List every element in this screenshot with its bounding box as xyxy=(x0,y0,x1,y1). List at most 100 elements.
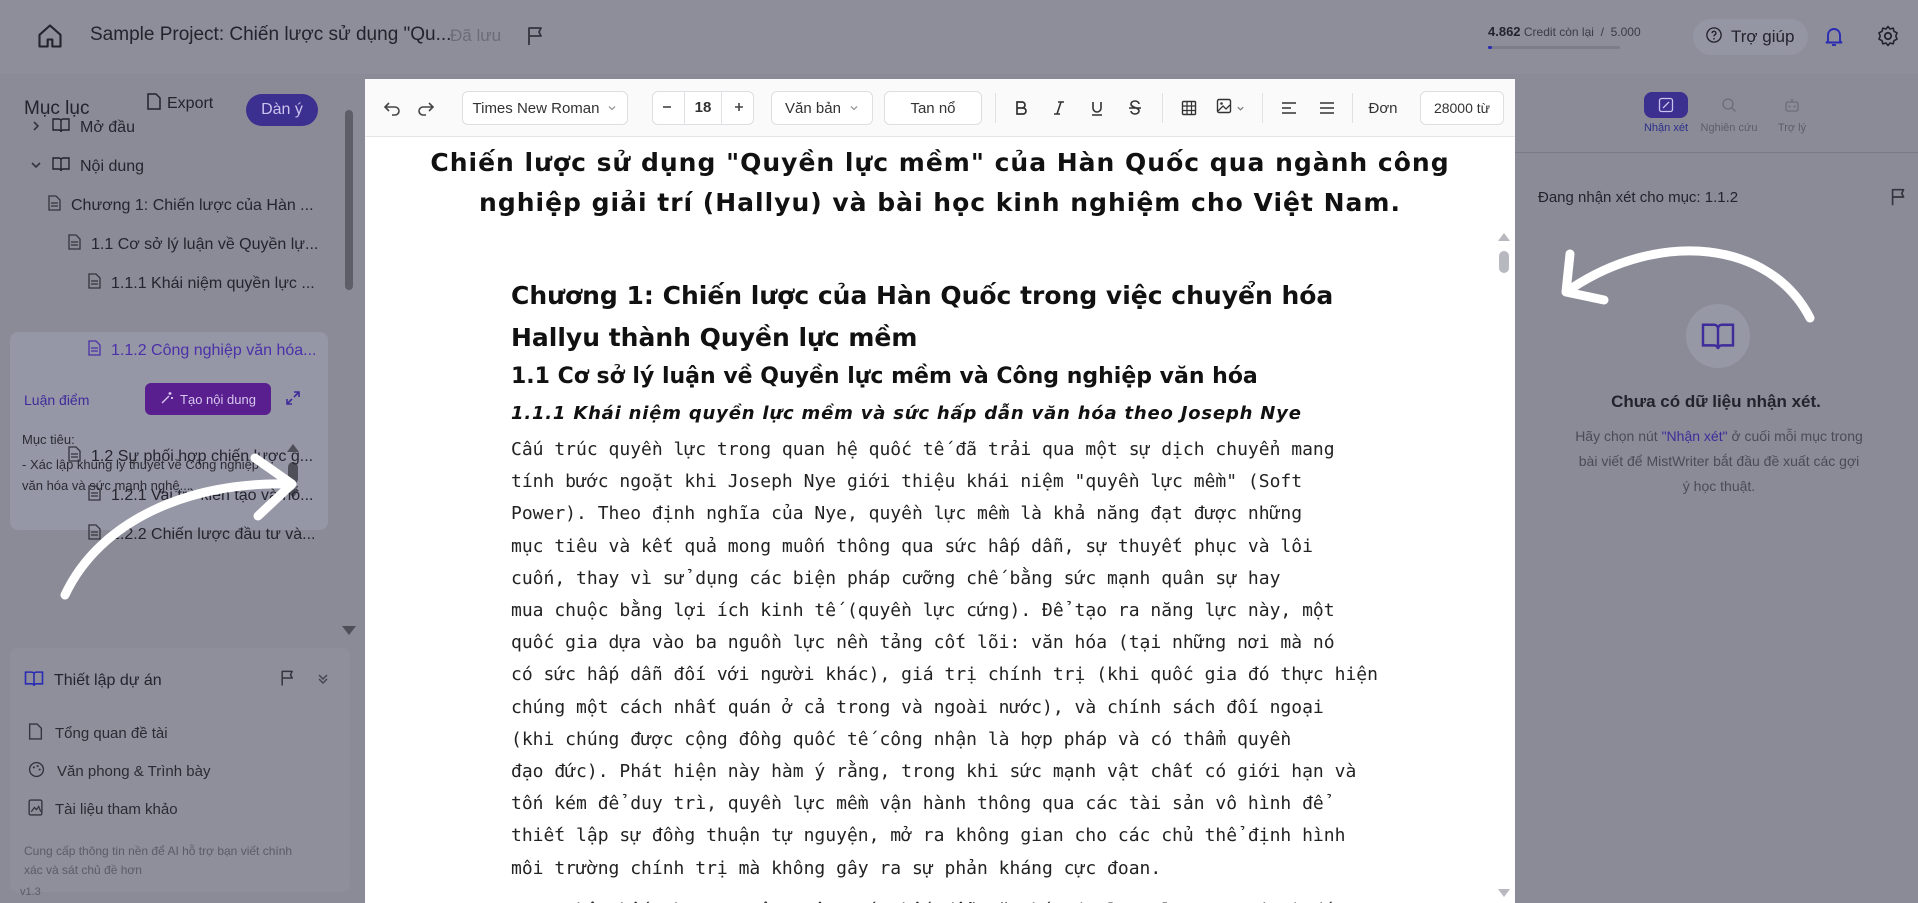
line-spacing-button[interactable]: Đơn xyxy=(1362,91,1404,125)
font-family-value: Times New Roman xyxy=(472,99,600,117)
paragraph-line: thiết lập sự đồng thuận tự nguyện, mở ra… xyxy=(511,825,1346,847)
help-icon xyxy=(1705,26,1723,49)
project-title[interactable]: Sample Project: Chiến lược sử dụng "Qu..… xyxy=(90,24,451,46)
sidebar-item-1-1-1[interactable]: 1.1.1 Khái niệm quyền lực ... xyxy=(88,273,315,294)
font-size-value[interactable]: 18 xyxy=(683,91,723,125)
paragraph-line: Cấu trúc quyền lực trong quan hệ quốc tế… xyxy=(511,439,1335,460)
body-paragraph[interactable]: Cấu trúc quyền lực trong quan hệ quốc tế… xyxy=(511,434,1391,885)
sidebar-scroll-down[interactable] xyxy=(342,626,356,635)
robot-icon xyxy=(1770,92,1814,118)
editor-scroll-down[interactable] xyxy=(1498,889,1510,897)
editor-scroll-up[interactable] xyxy=(1498,233,1510,241)
home-icon[interactable] xyxy=(36,22,64,50)
empty-state-title: Chưa có dữ liệu nhận xét. xyxy=(1611,392,1821,411)
document-editor: Times New Roman 18 Văn bản Tan nổ Đơn 28… xyxy=(365,79,1515,903)
sidebar-item-chapter-1[interactable]: Chương 1: Chiến lược của Hàn ... xyxy=(48,195,314,216)
align-justify-icon[interactable] xyxy=(1313,91,1341,125)
sidebar-item-label: 1.1.2 Công nghiệp văn hóa... xyxy=(111,341,317,359)
document-icon xyxy=(68,234,81,255)
paragraph-line: có sức hấp dẫn đối với người khác), giá … xyxy=(511,664,1378,686)
image-insert-button[interactable] xyxy=(1211,91,1249,125)
text-style-select[interactable]: Văn bản xyxy=(771,91,873,125)
outline-button[interactable]: Dàn ý xyxy=(246,94,318,126)
empty-text-part: Hãy chọn nút xyxy=(1575,428,1662,444)
chevron-down-icon xyxy=(1236,100,1245,117)
text-style-value: Văn bản xyxy=(785,99,841,117)
paragraph-line: môi trường chính trị mà không gây ra sự … xyxy=(511,857,1162,879)
image-file-icon xyxy=(28,799,43,820)
bell-icon[interactable] xyxy=(1822,24,1846,53)
flag-icon[interactable] xyxy=(278,668,298,693)
sidebar-item-content[interactable]: Nội dung xyxy=(30,156,144,177)
document-icon xyxy=(48,195,61,216)
paragraph-line: tính bước ngoặt khi Joseph Nye giới thiệ… xyxy=(511,471,1303,493)
paragraph-line: tốn kém để duy trì, quyền lực mềm vận hà… xyxy=(511,793,1324,815)
sidebar-item-label: 1.2.2 Chiến lược đầu tư và... xyxy=(111,525,316,543)
strikethrough-icon[interactable] xyxy=(1121,91,1149,125)
argument-label[interactable]: Luận điểm xyxy=(24,392,89,408)
setup-item-references[interactable]: Tài liệu tham khảo xyxy=(28,799,178,820)
sidebar-item-intro[interactable]: Mở đầu xyxy=(30,117,135,138)
word-limit-field[interactable]: 28000 từ xyxy=(1420,91,1504,125)
minus-icon[interactable] xyxy=(661,100,673,117)
paragraph-line: quốc gia dựa vào ba nguồn lực nền tảng c… xyxy=(511,632,1335,654)
project-setup-panel: Thiết lập dự án Tổng quan đề tài Văn pho… xyxy=(10,648,350,892)
font-family-select[interactable]: Times New Roman xyxy=(462,91,628,125)
expand-icon[interactable] xyxy=(285,390,301,411)
project-setup-header[interactable]: Thiết lập dự án xyxy=(24,670,162,692)
sidebar-item-1-2-2[interactable]: 1.2.2 Chiến lược đầu tư và... xyxy=(88,524,315,545)
tab-label: Nghiên cứu xyxy=(1700,122,1758,134)
tab-label: Trợ lý xyxy=(1777,122,1807,134)
sidebar-item-1-1[interactable]: 1.1 Cơ sở lý luận về Quyền lự... xyxy=(68,234,318,255)
paragraph-line: mua chuộc bằng lợi ích kinh tế (quyền lự… xyxy=(511,600,1335,622)
document-icon xyxy=(28,723,43,744)
toolbar-divider xyxy=(1162,93,1163,123)
export-button[interactable]: Export xyxy=(147,93,213,115)
credits-separator: / xyxy=(1600,25,1604,39)
chevron-double-down-icon[interactable] xyxy=(316,672,330,691)
generate-content-button[interactable]: Tạo nội dung xyxy=(145,383,271,415)
align-left-icon[interactable] xyxy=(1275,91,1303,125)
image-icon xyxy=(1216,98,1232,118)
flag-icon[interactable] xyxy=(1888,186,1910,213)
tab-comments[interactable]: Nhận xét xyxy=(1631,92,1701,134)
document-title[interactable]: Chiến lược sử dụng "Quyền lực mềm" của H… xyxy=(405,143,1475,223)
redo-icon[interactable] xyxy=(413,91,439,125)
subsection-heading[interactable]: 1.1.1 Khái niệm quyền lực mềm và sức hấp… xyxy=(511,403,1302,424)
paragraph-line: chúng một cách nhất quán ở cả trong và n… xyxy=(511,696,1324,718)
font-size-stepper[interactable]: 18 xyxy=(652,91,754,125)
generate-label: Tạo nội dung xyxy=(180,391,256,407)
section-heading[interactable]: 1.1 Cơ sở lý luận về Quyền lực mềm và Cô… xyxy=(511,364,1258,389)
tab-assistant[interactable]: Trợ lý xyxy=(1757,92,1827,134)
tab-label: Nhận xét xyxy=(1643,122,1689,134)
italic-icon[interactable] xyxy=(1045,91,1073,125)
export-label: Export xyxy=(167,95,214,112)
chevron-down-icon xyxy=(607,100,617,117)
credits-value: 4.862 xyxy=(1488,24,1521,39)
setup-item-label: Tài liệu tham khảo xyxy=(55,801,178,818)
alignment-mode-button[interactable]: Tan nổ xyxy=(884,91,982,125)
sidebar-item-1-2-1[interactable]: 1.2.1 Vai trò kiến tạo và hỗ... xyxy=(88,485,314,506)
bold-icon[interactable] xyxy=(1007,91,1035,125)
editor-scrollbar-thumb[interactable] xyxy=(1499,251,1509,273)
tab-research[interactable]: Nghiên cứu xyxy=(1694,92,1764,134)
sidebar-item-label: 1.1 Cơ sở lý luận về Quyền lự... xyxy=(91,235,319,253)
undo-icon[interactable] xyxy=(379,91,405,125)
setup-item-style[interactable]: Văn phong & Trình bày xyxy=(28,761,210,782)
setup-item-overview[interactable]: Tổng quan đề tài xyxy=(28,723,168,744)
sidebar-item-1-2[interactable]: 1.2 Sự phối hợp chiến lược g... xyxy=(68,446,313,467)
sidebar-scrollbar-thumb[interactable] xyxy=(345,110,353,290)
body-paragraph[interactable]: Trong hệ thống ba trụ cột trên, sức hấp … xyxy=(511,895,1391,903)
chapter-heading[interactable]: Chương 1: Chiến lược của Hàn Quốc trong … xyxy=(511,275,1411,359)
toolbar-divider xyxy=(1352,93,1353,123)
help-button[interactable]: Trợ giúp xyxy=(1693,19,1809,55)
paragraph-line: Power). Theo định nghĩa của Nye, quyền l… xyxy=(511,503,1303,525)
sidebar-item-1-1-2[interactable]: 1.1.2 Công nghiệp văn hóa... xyxy=(88,340,317,361)
table-icon[interactable] xyxy=(1175,91,1203,125)
gear-icon[interactable] xyxy=(1876,24,1900,53)
flag-icon[interactable] xyxy=(524,24,548,53)
sidebar-item-label: Mở đầu xyxy=(80,118,135,136)
plus-icon[interactable] xyxy=(733,100,745,117)
underline-icon[interactable] xyxy=(1083,91,1111,125)
credits-progress-fill xyxy=(1488,46,1492,49)
